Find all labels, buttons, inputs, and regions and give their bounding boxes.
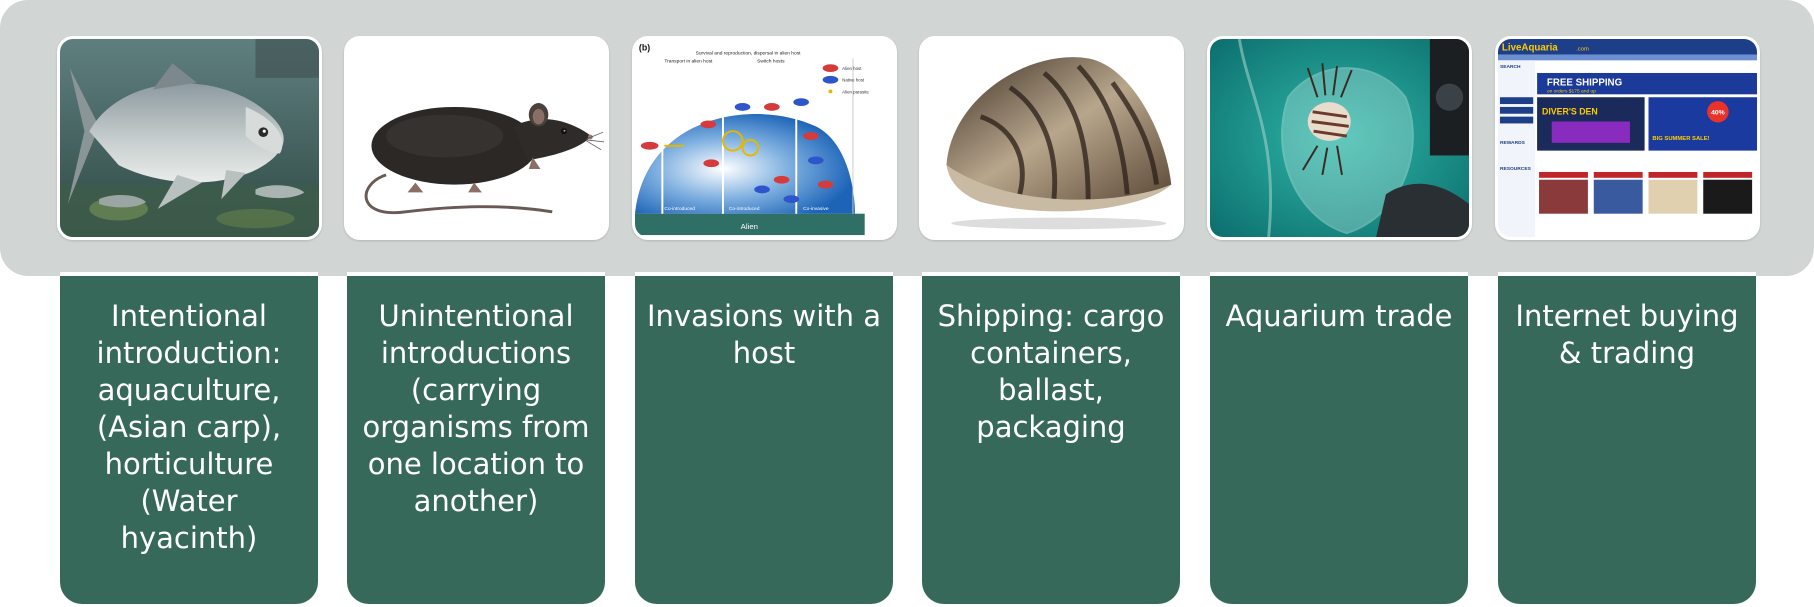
card-aquarium: Aquarium trade xyxy=(1210,272,1468,604)
card-label: Aquarium trade xyxy=(1225,299,1453,333)
website-promo-left: DIVER'S DEN xyxy=(1542,107,1598,117)
website-brand-suffix: .com xyxy=(1576,47,1589,53)
lionfish-bag-image xyxy=(1207,36,1472,240)
diagram-stage-2: Survival and reproduction, dispersal in … xyxy=(696,51,802,57)
card-unintentional: Unintentional introductions (carrying or… xyxy=(347,272,605,604)
aquarium-website-image: LiveAquaria .com SEARCH REWARDS RESOURCE… xyxy=(1495,36,1760,240)
website-brand: LiveAquaria xyxy=(1502,43,1558,54)
card-label: Intentional introduction: aquaculture, (… xyxy=(96,299,282,555)
website-rewards-heading: REWARDS xyxy=(1500,140,1526,146)
website-banner-1: FREE SHIPPING xyxy=(1547,78,1622,89)
card-label: Internet buying & trading xyxy=(1515,299,1739,370)
website-search-heading: SEARCH xyxy=(1500,64,1521,70)
card-host: Invasions with a host xyxy=(635,272,893,604)
diagram-panel-letter: (b) xyxy=(639,43,650,53)
zebra-mussel-image xyxy=(919,36,1184,240)
card-label: Invasions with a host xyxy=(647,299,881,370)
website-banner-1-sub: on orders $175 and up xyxy=(1547,88,1596,94)
diagram-stage-3: Switch hosts xyxy=(757,58,785,64)
website-promo-right: BIG SUMMER SALE! xyxy=(1652,136,1709,142)
card-label: Shipping: cargo containers, ballast, pac… xyxy=(937,299,1165,444)
diagram-legend-1: Alien host xyxy=(842,66,862,71)
card-shipping: Shipping: cargo containers, ballast, pac… xyxy=(922,272,1180,604)
card-internet: Internet buying & trading xyxy=(1498,272,1756,604)
card-intentional: Intentional introduction: aquaculture, (… xyxy=(60,272,318,604)
diagram-bottom-1: Co-introduced xyxy=(664,206,695,212)
diagram-bottom-3: Co-invasive xyxy=(803,206,829,212)
diagram-stage-1: Transport in alien host xyxy=(664,58,713,64)
website-resources-heading: RESOURCES xyxy=(1500,166,1532,172)
asian-carp-image xyxy=(57,36,322,240)
rat-image xyxy=(344,36,609,240)
host-invasion-diagram: Alien (b) Transport in alien host Surviv… xyxy=(632,36,897,240)
website-promo-pct: 40% xyxy=(1711,110,1725,117)
diagram-legend-3: Alien parasite xyxy=(842,89,869,94)
diagram-legend-2: Native host xyxy=(842,78,865,83)
card-label: Unintentional introductions (carrying or… xyxy=(362,299,590,518)
diagram-base-label: Alien xyxy=(741,222,758,231)
diagram-bottom-2: Co-introduced xyxy=(729,206,760,212)
